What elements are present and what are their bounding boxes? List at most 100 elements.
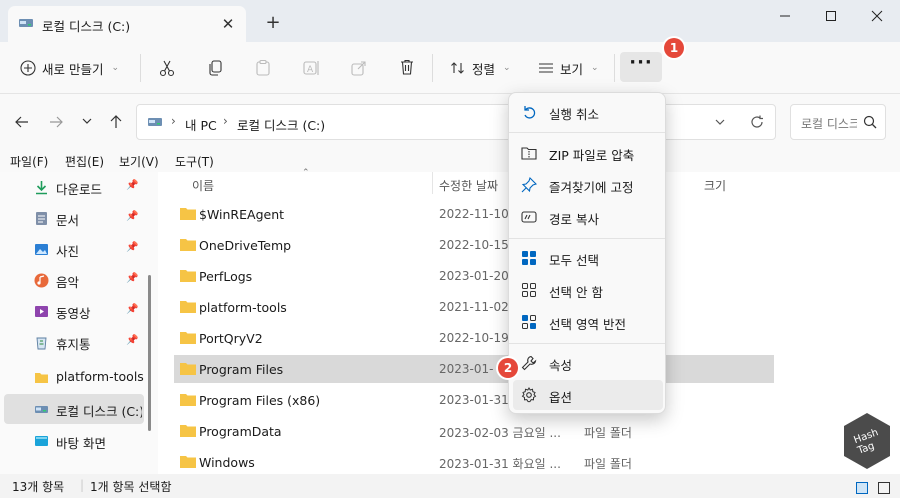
- search-icon: [863, 115, 877, 129]
- navigation-pane: 다운로드 📌 문서 📌 사진 📌 음악 📌 동영상 📌 휴지통 📌 platfo…: [0, 172, 158, 474]
- arrow-right-icon: [50, 116, 63, 128]
- menu-item-pin-favorites[interactable]: 즐겨찾기에 고정: [513, 170, 663, 200]
- folder-icon: [180, 270, 196, 282]
- close-tab-button[interactable]: ✕: [218, 14, 238, 34]
- nav-scrollbar[interactable]: [148, 275, 151, 431]
- menu-item-zip[interactable]: ZIP 파일로 압축: [513, 138, 663, 168]
- recent-locations-button[interactable]: [80, 114, 100, 132]
- back-button[interactable]: [14, 114, 34, 132]
- table-row[interactable]: ProgramData 2023-02-03 금요일 ... 파일 폴더: [174, 417, 774, 445]
- step-badge-2: 2: [498, 358, 518, 378]
- file-type: 파일 폴더: [584, 426, 632, 440]
- menu-item-label: 즐겨찾기에 고정: [549, 180, 634, 195]
- sidebar-item-local-disk[interactable]: 로컬 디스크 (C:): [4, 394, 144, 424]
- column-header-date[interactable]: 수정한 날짜: [439, 177, 505, 194]
- new-tab-button[interactable]: +: [262, 12, 284, 34]
- table-row[interactable]: Program Files (x86) 2023-01-31: [174, 386, 774, 414]
- sidebar-item-documents[interactable]: 문서 📌: [4, 203, 144, 233]
- search-input[interactable]: 로컬 디스크 (C:) 검색: [790, 104, 886, 140]
- recycle-bin-icon: [36, 337, 47, 350]
- sidebar-item-desktop[interactable]: 바탕 화면: [4, 426, 144, 456]
- menu-item-label: 경로 복사: [549, 212, 599, 227]
- menu-item-properties[interactable]: 속성: [513, 348, 663, 378]
- file-name: ProgramData: [199, 424, 282, 439]
- column-header-size[interactable]: 크기: [704, 177, 726, 194]
- maximize-button[interactable]: [808, 0, 854, 32]
- minimize-button[interactable]: [762, 0, 808, 32]
- menu-item-undo[interactable]: 실행 취소: [513, 97, 663, 127]
- sort-button[interactable]: 정렬 ⌄: [450, 52, 511, 84]
- menu-tools[interactable]: 도구(T): [175, 153, 214, 170]
- new-button[interactable]: 새로 만들기 ⌄: [20, 52, 119, 84]
- file-date: 2023-01-20: [439, 269, 509, 283]
- sort-ascending-icon: ⌃: [302, 168, 310, 178]
- step-badge-1: 1: [664, 38, 684, 58]
- menu-edit[interactable]: 편집(E): [65, 153, 104, 170]
- sidebar-item-videos[interactable]: 동영상 📌: [4, 296, 144, 326]
- picture-icon: [35, 244, 48, 255]
- cut-button[interactable]: [158, 59, 176, 77]
- paste-button[interactable]: [254, 59, 272, 77]
- breadcrumb-local-disk[interactable]: 로컬 디스크 (C:): [237, 115, 325, 134]
- menu-separator: [509, 132, 665, 133]
- menu-item-options[interactable]: 옵션: [513, 380, 663, 410]
- column-header-name[interactable]: 이름: [192, 177, 214, 194]
- menu-view[interactable]: 보기(V): [119, 153, 159, 170]
- toolbar-divider: [140, 54, 141, 82]
- menu-item-select-all[interactable]: 모두 선택: [513, 243, 663, 273]
- menu-item-invert-selection[interactable]: 선택 영역 반전: [513, 307, 663, 337]
- title-bar: 로컬 디스크 (C:) ✕ +: [0, 0, 900, 42]
- folder-icon: [180, 239, 196, 251]
- tab-local-disk[interactable]: 로컬 디스크 (C:) ✕: [8, 6, 246, 42]
- address-bar[interactable]: › 내 PC › 로컬 디스크 (C:): [136, 104, 776, 140]
- sidebar-item-downloads[interactable]: 다운로드 📌: [4, 172, 144, 202]
- status-divider: |: [80, 478, 85, 492]
- pin-icon: 📌: [126, 335, 139, 346]
- sidebar-item-recycle-bin[interactable]: 휴지통 📌: [4, 327, 144, 357]
- drive-icon: [18, 15, 34, 31]
- file-name: Windows: [199, 455, 255, 470]
- table-row[interactable]: $WinREAgent 2022-11-10: [174, 200, 774, 228]
- sidebar-item-pictures[interactable]: 사진 📌: [4, 234, 144, 264]
- table-row[interactable]: OneDriveTemp 2022-10-15: [174, 231, 774, 259]
- table-row[interactable]: Windows 2023-01-31 화요일 ... 파일 폴더: [174, 448, 774, 476]
- table-row[interactable]: PerfLogs 2023-01-20: [174, 262, 774, 290]
- address-history-button[interactable]: [713, 115, 727, 129]
- menu-file[interactable]: 파일(F): [10, 153, 48, 170]
- up-button[interactable]: [108, 114, 128, 132]
- invert-selection-icon: [522, 315, 536, 329]
- details-view-toggle[interactable]: [856, 482, 868, 494]
- folder-icon: [180, 394, 196, 406]
- search-placeholder: 로컬 디스크 (C:) 검색: [801, 117, 857, 131]
- view-button[interactable]: 보기 ⌄: [538, 52, 599, 84]
- menu-bar: 파일(F) 편집(E) 보기(V) 도구(T): [0, 150, 900, 172]
- breadcrumb-this-pc[interactable]: 내 PC: [185, 115, 217, 134]
- menu-item-copy-path[interactable]: 경로 복사: [513, 202, 663, 232]
- sidebar-item-label: 로컬 디스크 (C:): [56, 404, 142, 419]
- close-window-button[interactable]: [854, 0, 900, 32]
- table-row-selected[interactable]: Program Files 2023-01-: [174, 355, 774, 383]
- forward-button[interactable]: [48, 114, 68, 132]
- copy-button[interactable]: [206, 59, 224, 77]
- share-button[interactable]: [350, 59, 368, 77]
- table-row[interactable]: platform-tools 2021-11-02: [174, 293, 774, 321]
- more-options-button[interactable]: ···: [620, 52, 662, 82]
- sidebar-item-platform-tools[interactable]: platform-tools: [4, 362, 144, 392]
- view-label: 보기: [560, 61, 584, 77]
- delete-button[interactable]: [398, 58, 416, 76]
- file-date: 2023-02-03 금요일 ...: [439, 426, 561, 440]
- file-date: 2023-01-: [439, 362, 494, 376]
- chevron-down-icon: ⌄: [591, 63, 599, 73]
- hashtag-watermark-logo: Hash Tag: [842, 412, 892, 470]
- sidebar-item-music[interactable]: 음악 📌: [4, 265, 144, 295]
- menu-item-label: 실행 취소: [549, 107, 599, 122]
- sidebar-item-label: 동영상: [56, 306, 91, 321]
- arrow-left-icon: [15, 116, 28, 128]
- refresh-button[interactable]: [749, 114, 765, 130]
- rename-button[interactable]: A: [302, 59, 320, 77]
- sidebar-item-label: 바탕 화면: [56, 436, 106, 451]
- tiles-view-toggle[interactable]: [878, 482, 890, 494]
- table-row[interactable]: PortQryV2 2022-10-19: [174, 324, 774, 352]
- menu-item-select-none[interactable]: 선택 안 함: [513, 275, 663, 305]
- drive-icon: [35, 406, 48, 413]
